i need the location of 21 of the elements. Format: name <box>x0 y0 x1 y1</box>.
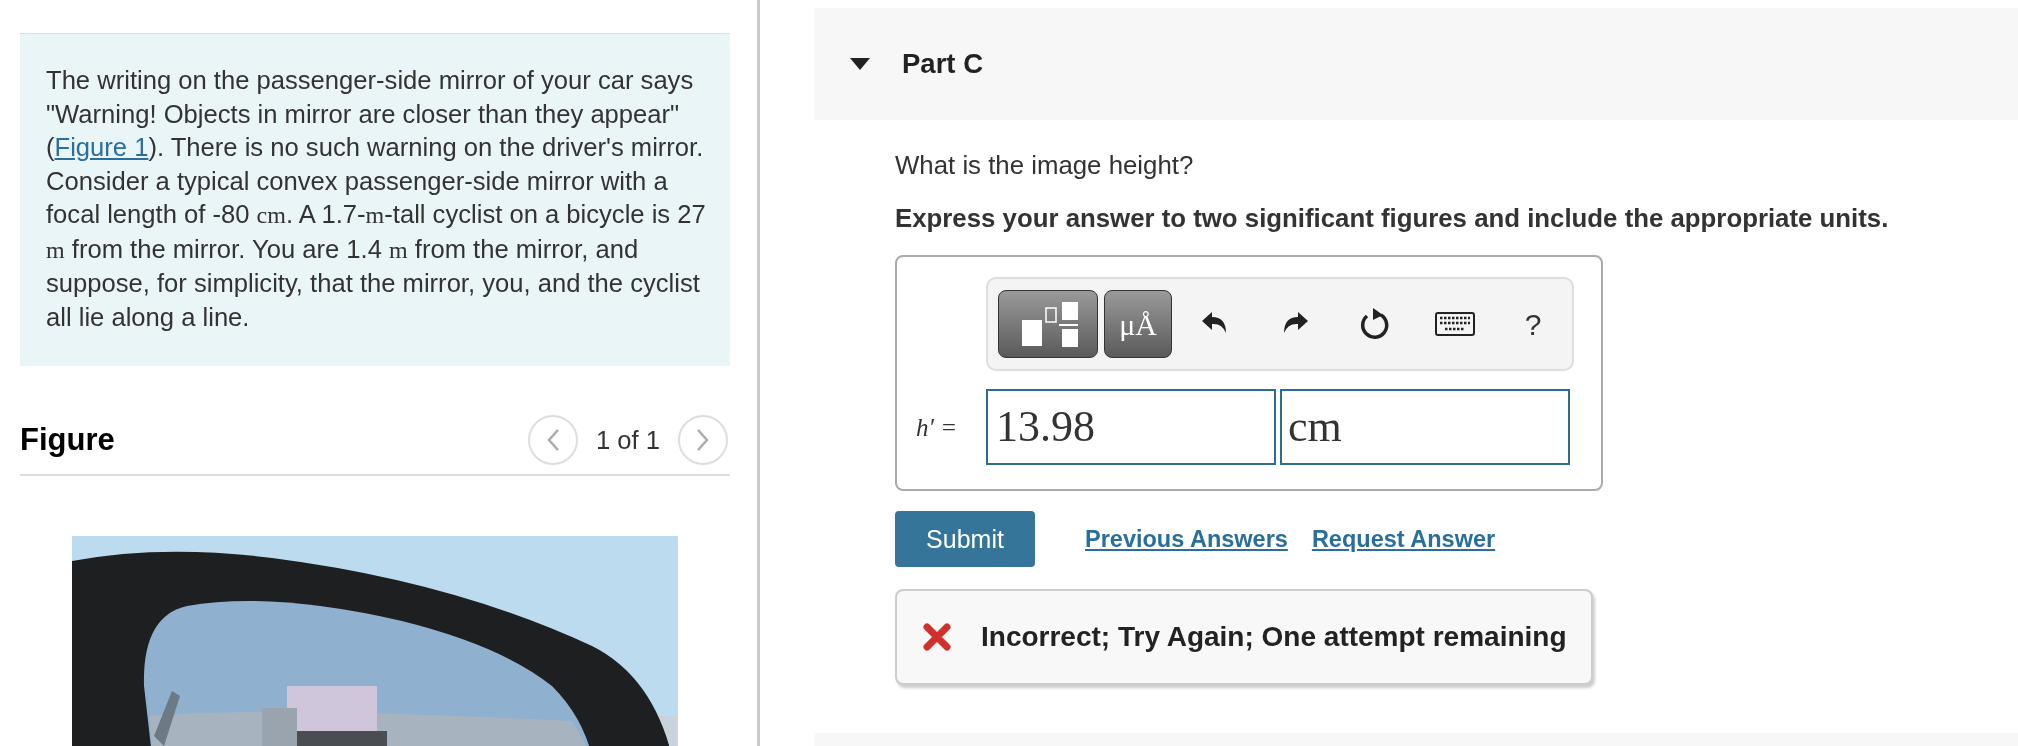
unit-field[interactable]: cm <box>1280 389 1570 466</box>
templates-button[interactable] <box>998 290 1098 359</box>
keyboard-icon <box>1435 312 1475 337</box>
submit-button[interactable]: Submit <box>895 511 1035 568</box>
help-button[interactable]: ? <box>1498 290 1568 359</box>
reset-icon <box>1359 307 1391 342</box>
part-header[interactable]: Part C <box>814 8 2018 120</box>
chevron-left-icon <box>545 428 560 452</box>
chevron-right-icon <box>696 428 710 452</box>
caret-icon <box>850 58 870 70</box>
question-text: What is the image height? <box>895 150 1195 181</box>
variable-label: h′ = <box>915 412 959 443</box>
figure-pager: 1 of 1 <box>595 424 660 456</box>
units-button[interactable]: μÅ <box>1104 290 1172 359</box>
value-field[interactable]: 13.98 <box>986 389 1276 466</box>
problem-text: The writing on the passenger-side mirror of your car says "Warning! Objects in mirror are closer than they appear" (Figure 1). There is no such warning on the driver's mirror. Consider a typical convex passenger-side mirror with a focal length of -80 cm. A 1.7-m-tall cyclist on a bicycle is 27 m from the mirror. You are 1.4 m from the mirror, and suppose, for simplicity, that the mirror, you, and the cyclist all lie along a line. <box>20 34 730 366</box>
feedback-text: Incorrect; Try Again; One attempt remaining <box>981 620 1567 655</box>
instruction-text: Express your answer to two significant figures and include the appropriate units. <box>895 202 1890 234</box>
figure-heading: Figure <box>20 420 115 459</box>
answer-link[interactable]: Previous Answers <box>1085 521 1288 557</box>
answer-link[interactable]: Request Answer <box>1311 521 1496 557</box>
